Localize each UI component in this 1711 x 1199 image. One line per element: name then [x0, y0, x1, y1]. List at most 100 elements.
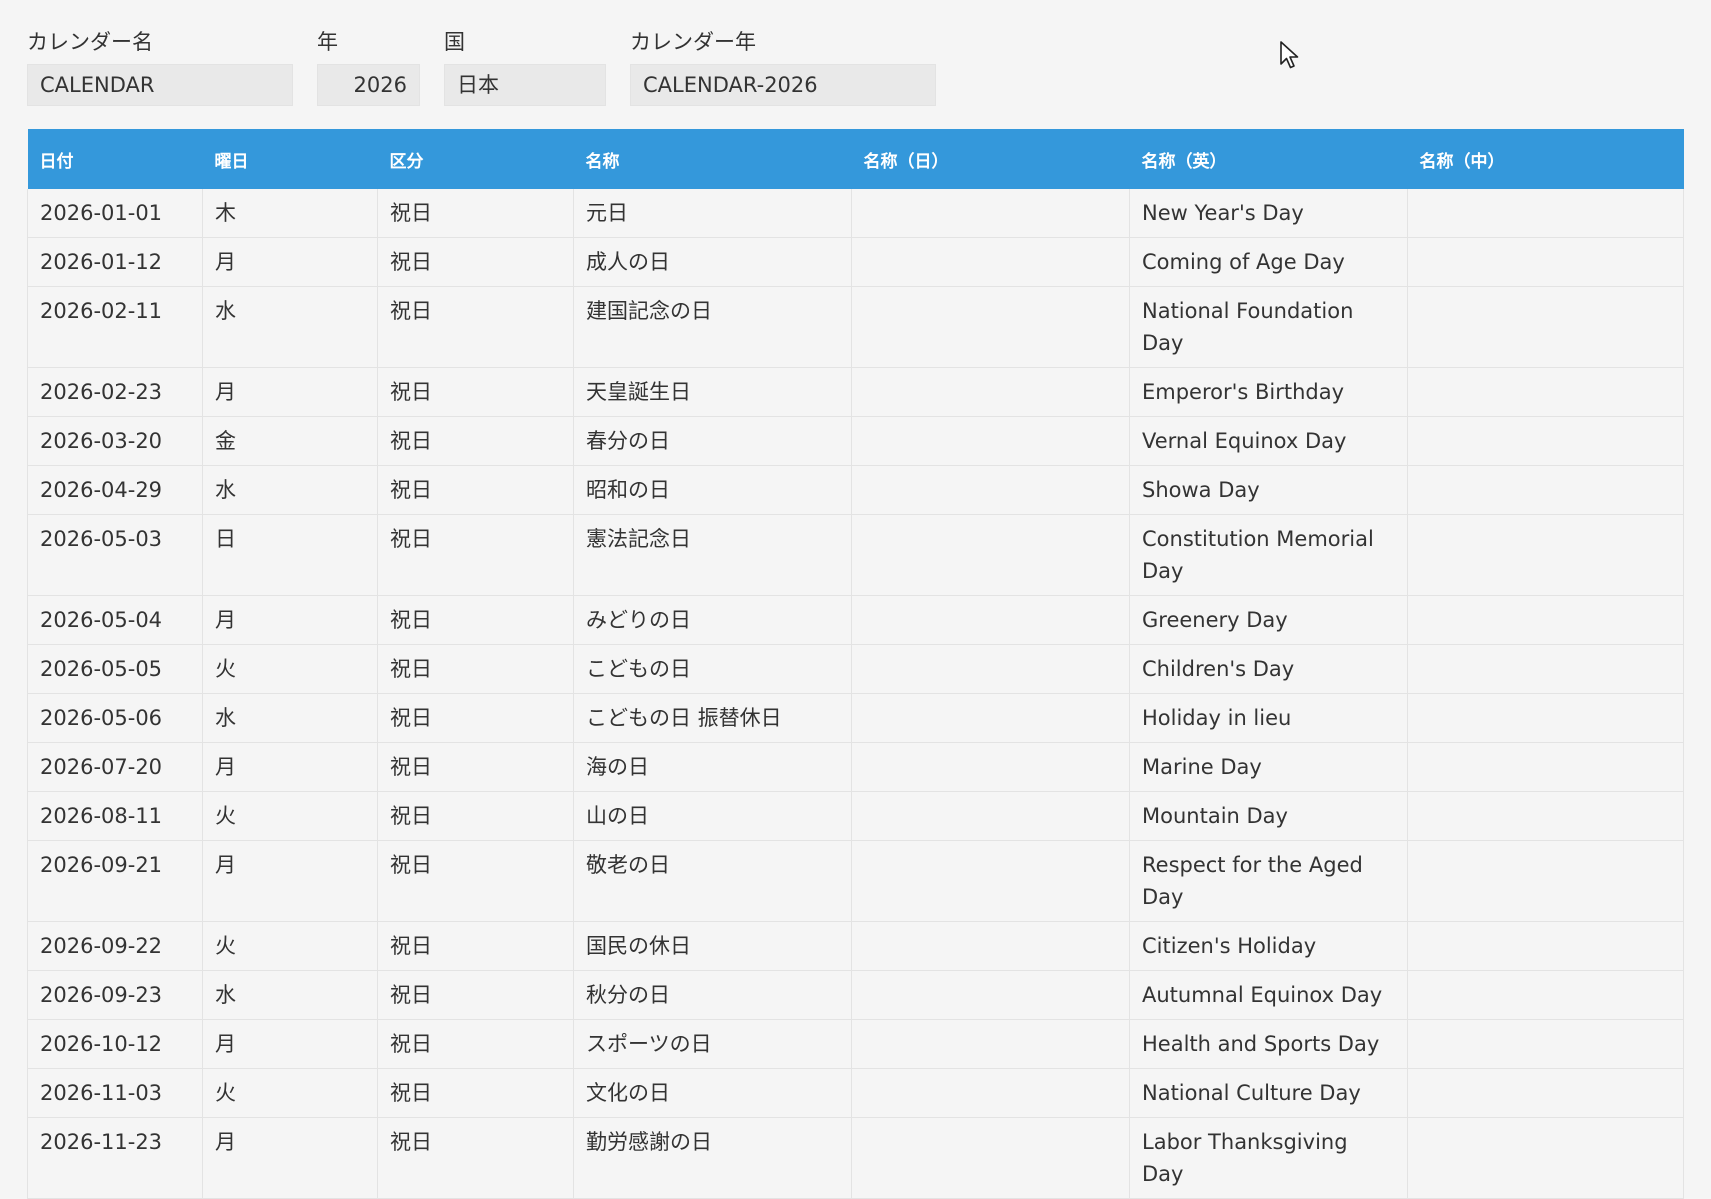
cell-name-en: Labor Thanksgiving Day — [1129, 1117, 1408, 1199]
cell-day-of-week: 月 — [202, 742, 378, 792]
cell-date: 2026-08-11 — [27, 791, 203, 841]
column-header-name-en[interactable]: 名称（英） — [1129, 129, 1408, 189]
cell-date: 2026-09-23 — [27, 970, 203, 1020]
cell-category: 祝日 — [377, 742, 574, 792]
column-header-category[interactable]: 区分 — [377, 129, 574, 189]
cell-day-of-week: 金 — [202, 416, 378, 466]
table-row[interactable]: 2026-11-23 月祝日 勤労感謝の日 Labor Thanksgiving Da… — [27, 1117, 1684, 1199]
cell-name-en: Vernal Equinox Day — [1129, 416, 1408, 466]
cell-name-ja — [851, 970, 1130, 1020]
cell-category: 祝日 — [377, 465, 574, 515]
cell-day-of-week: 月 — [202, 1019, 378, 1069]
cell-name: 春分の日 — [573, 416, 852, 466]
cell-name-en: Respect for the Aged Day — [1129, 840, 1408, 922]
cell-name: 国民の休日 — [573, 921, 852, 971]
table-row[interactable]: 2026-01-12 月祝日 成人の日 Coming of Age Day — [27, 237, 1684, 287]
table-row[interactable]: 2026-03-20 金祝日 春分の日 Vernal Equinox Day — [27, 416, 1684, 466]
cell-name-en: Mountain Day — [1129, 791, 1408, 841]
cell-day-of-week: 火 — [202, 791, 378, 841]
cell-day-of-week: 月 — [202, 237, 378, 287]
cell-name-zh — [1407, 1117, 1684, 1199]
cell-date: 2026-09-21 — [27, 840, 203, 922]
table-row[interactable]: 2026-09-21 月祝日 敬老の日 Respect for the Aged Da… — [27, 840, 1684, 922]
cell-name-ja — [851, 840, 1130, 922]
table-row[interactable]: 2026-02-11 水祝日 建国記念の日 National Foundation D… — [27, 286, 1684, 368]
cell-name: 建国記念の日 — [573, 286, 852, 368]
cell-day-of-week: 月 — [202, 367, 378, 417]
cell-date: 2026-05-05 — [27, 644, 203, 694]
cell-date: 2026-02-23 — [27, 367, 203, 417]
cell-name-zh — [1407, 189, 1684, 238]
calendar-year-input[interactable]: CALENDAR-2026 — [630, 64, 936, 106]
table-row[interactable]: 2026-01-01 木祝日 元日 New Year's Day — [27, 189, 1684, 238]
cell-name-zh — [1407, 514, 1684, 596]
column-header-date[interactable]: 日付 — [27, 129, 203, 189]
cell-date: 2026-07-20 — [27, 742, 203, 792]
cell-date: 2026-03-20 — [27, 416, 203, 466]
country-input[interactable]: 日本 — [444, 64, 606, 106]
table-row[interactable]: 2026-08-11 火祝日 山の日 Mountain Day — [27, 791, 1684, 841]
cell-name-ja — [851, 286, 1130, 368]
cell-category: 祝日 — [377, 840, 574, 922]
cell-name-en: Emperor's Birthday — [1129, 367, 1408, 417]
cell-name: 元日 — [573, 189, 852, 238]
table-row[interactable]: 2026-05-06 水祝日 こどもの日 振替休日 Holiday in lieu — [27, 693, 1684, 743]
cell-day-of-week: 火 — [202, 921, 378, 971]
cell-date: 2026-11-23 — [27, 1117, 203, 1199]
cell-name-en: Health and Sports Day — [1129, 1019, 1408, 1069]
cell-name-zh — [1407, 1068, 1684, 1118]
cell-name-zh — [1407, 237, 1684, 287]
table-row[interactable]: 2026-09-22 火祝日 国民の休日 Citizen's Holiday — [27, 921, 1684, 971]
cell-day-of-week: 日 — [202, 514, 378, 596]
cell-name-ja — [851, 693, 1130, 743]
cell-name: 天皇誕生日 — [573, 367, 852, 417]
country-field: 国 日本 — [444, 28, 606, 106]
cell-category: 祝日 — [377, 1117, 574, 1199]
table-row[interactable]: 2026-07-20 月祝日 海の日 Marine Day — [27, 742, 1684, 792]
table-row[interactable]: 2026-05-05 火祝日 こどもの日 Children's Day — [27, 644, 1684, 694]
cell-name-en: Citizen's Holiday — [1129, 921, 1408, 971]
year-input[interactable]: 2026 — [317, 64, 420, 106]
table-row[interactable]: 2026-10-12 月祝日 スポーツの日 Health and Sports Day — [27, 1019, 1684, 1069]
year-label: 年 — [317, 30, 338, 54]
cell-name-ja — [851, 1117, 1130, 1199]
cell-date: 2026-10-12 — [27, 1019, 203, 1069]
column-header-name-zh[interactable]: 名称（中） — [1407, 129, 1684, 189]
cell-day-of-week: 木 — [202, 189, 378, 238]
column-header-name[interactable]: 名称 — [573, 129, 852, 189]
cell-name-ja — [851, 791, 1130, 841]
calendar-name-input[interactable]: CALENDAR — [27, 64, 293, 106]
cell-name-en: Showa Day — [1129, 465, 1408, 515]
cell-category: 祝日 — [377, 367, 574, 417]
table-row[interactable]: 2026-05-04 月祝日 みどりの日 Greenery Day — [27, 595, 1684, 645]
table-row[interactable]: 2026-02-23 月祝日 天皇誕生日 Emperor's Birthday — [27, 367, 1684, 417]
cell-name-zh — [1407, 970, 1684, 1020]
calendar-name-field: カレンダー名 CALENDAR — [27, 28, 293, 106]
cell-name-zh — [1407, 840, 1684, 922]
cell-category: 祝日 — [377, 514, 574, 596]
table-row[interactable]: 2026-05-03 日祝日 憲法記念日 Constitution Memorial … — [27, 514, 1684, 596]
table-row[interactable]: 2026-11-03 火祝日 文化の日 National Culture Day — [27, 1068, 1684, 1118]
cell-category: 祝日 — [377, 595, 574, 645]
calendar-year-label: カレンダー年 — [630, 30, 756, 54]
cell-name: こどもの日 — [573, 644, 852, 694]
cell-day-of-week: 水 — [202, 465, 378, 515]
calendar-name-label: カレンダー名 — [27, 30, 153, 54]
table-row[interactable]: 2026-09-23 水祝日 秋分の日 Autumnal Equinox Day — [27, 970, 1684, 1020]
cell-category: 祝日 — [377, 970, 574, 1020]
holiday-table-container: 日付 曜日 区分 名称 名称（日） 名称（英） 名称（中） 2026-01-01… — [27, 129, 1684, 1199]
cell-name-zh — [1407, 367, 1684, 417]
cell-name-zh — [1407, 286, 1684, 368]
calendar-year-field: カレンダー年 CALENDAR-2026 — [630, 28, 936, 106]
column-header-name-ja[interactable]: 名称（日） — [851, 129, 1130, 189]
cell-day-of-week: 水 — [202, 286, 378, 368]
holiday-table: 日付 曜日 区分 名称 名称（日） 名称（英） 名称（中） 2026-01-01… — [27, 129, 1684, 1199]
cell-name-en: Constitution Memorial Day — [1129, 514, 1408, 596]
cell-name-ja — [851, 921, 1130, 971]
cell-date: 2026-05-06 — [27, 693, 203, 743]
cell-name-ja — [851, 742, 1130, 792]
cell-name-ja — [851, 644, 1130, 694]
table-row[interactable]: 2026-04-29 水祝日 昭和の日 Showa Day — [27, 465, 1684, 515]
column-header-day-of-week[interactable]: 曜日 — [202, 129, 378, 189]
cell-date: 2026-11-03 — [27, 1068, 203, 1118]
